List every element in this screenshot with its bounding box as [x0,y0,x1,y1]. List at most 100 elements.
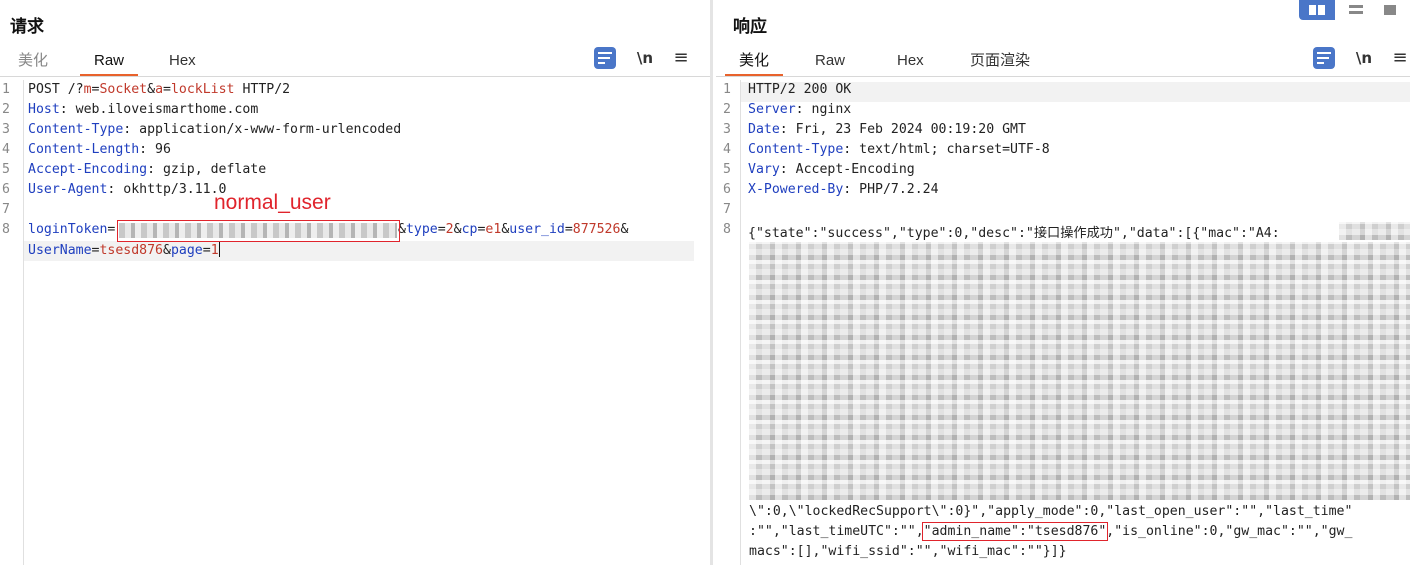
layout-stacked-icon[interactable] [1343,0,1369,20]
line-number: 2 [723,102,731,117]
response-token: HTTP/2 200 OK [748,82,852,97]
wrap-icon [1317,52,1331,64]
request-token: lockList [170,82,235,97]
response-token: Vary [748,162,780,177]
request-pane: 请求 美化 Raw Hex \n ≡ 1 POST /?m=Socket&a=lo… [0,0,710,565]
line-number: 8 [723,222,731,237]
request-token: : okhttp/3.11.0 [107,182,227,197]
newline-toggle-button[interactable]: \n [1353,45,1375,71]
request-token: Content-Type [28,122,124,137]
request-line: User-Agent: okhttp/3.11.0 [28,182,227,197]
request-tab-divider [0,76,710,77]
request-line: UserName=tsesd876&page=1 [28,242,221,258]
request-line: Content-Length: 96 [28,142,171,157]
response-line: Content-Type: text/html; charset=UTF-8 [748,142,1050,157]
response-line: Date: Fri, 23 Feb 2024 00:19:20 GMT [748,122,1026,137]
request-title: 请求 [10,17,44,37]
response-line: HTTP/2 200 OK [748,82,851,97]
token-highlight-box [117,220,400,242]
response-token: Server [748,102,796,117]
wrap-lines-button[interactable] [594,47,616,69]
request-token: cp [461,222,478,237]
request-token: = [202,243,211,258]
request-token: : application/x-www-form-urlencoded [123,122,402,137]
line-number: 5 [2,162,10,177]
request-token: m [83,82,92,97]
response-line: X-Powered-By: PHP/7.2.24 [748,182,939,197]
response-token: : Accept-Encoding [779,162,915,177]
tab-pretty[interactable]: 美化 [4,52,62,74]
request-token: : gzip, deflate [147,162,267,177]
wrap-lines-button[interactable] [1313,47,1335,69]
request-token: loginToken [28,222,108,237]
tab-hex[interactable]: Hex [883,52,938,74]
response-token: X-Powered-By [748,182,844,197]
line-number: 7 [723,202,731,217]
response-tabs: 美化 Raw Hex 页面渲染 [721,46,1410,76]
response-token: Content-Type [748,142,844,157]
response-line: {"state":"success","type":0,"desc":"接口操作… [748,222,1280,241]
request-line8-tail: &type=2&cp=e1&user_id=877526& [398,222,628,237]
request-token: HTTP/2 [234,82,291,97]
redacted-data-block [749,242,1410,500]
line-number: 2 [2,102,10,117]
normal-user-annotation: normal_user [214,191,331,214]
response-tail-line-2: :"","last_timeUTC":"","admin_name":"tses… [749,522,1352,541]
request-token: e1 [485,222,502,237]
tab-hex[interactable]: Hex [155,52,210,74]
line-number: 8 [2,222,10,237]
tab-raw[interactable]: Raw [801,52,859,74]
admin-name-field: "admin_name":"tsesd876" [921,522,1109,541]
redacted-data-1 [1339,222,1410,240]
response-token: Date [748,122,780,137]
response-token: : PHP/7.2.24 [843,182,939,197]
line-number: 7 [2,202,10,217]
line-number: 6 [723,182,731,197]
line-number: 6 [2,182,10,197]
request-token: = [107,222,116,237]
request-token: & [620,222,629,237]
request-token: POST /? [28,82,84,97]
tab-render[interactable]: 页面渲染 [956,52,1044,74]
request-gutter [23,80,24,565]
layout-tabs-icon[interactable] [1377,0,1403,20]
tab-raw[interactable]: Raw [80,52,139,76]
request-token: user_id [509,222,565,237]
request-token: Socket [99,82,148,97]
request-token: Accept-Encoding [28,162,148,177]
request-line: loginToken= [28,222,115,237]
layout-side-by-side-icon[interactable] [1299,0,1335,20]
request-token: & [147,82,156,97]
response-token: : nginx [795,102,852,117]
wrap-icon [598,52,612,64]
response-title: 响应 [733,17,767,37]
request-token: Content-Length [28,142,140,157]
request-token: 1 [210,243,219,258]
response-tail-line-3: macs":[],"wifi_ssid":"","wifi_mac":""}]} [749,544,1067,559]
tab-pretty[interactable]: 美化 [725,52,784,76]
request-token: & [453,222,462,237]
request-token: : 96 [139,142,171,157]
response-tail-line-1: \":0,\"lockedRecSupport\":0}","apply_mod… [749,504,1353,519]
request-token: page [170,243,203,258]
newline-toggle-button[interactable]: \n [634,45,656,71]
request-token: 2 [445,222,454,237]
request-token: 877526 [572,222,621,237]
request-token: : web.iloveismarthome.com [59,102,259,117]
request-token: tsesd876 [99,243,164,258]
layout-switcher [1299,0,1410,20]
response-token: : Fri, 23 Feb 2024 00:19:20 GMT [779,122,1026,137]
menu-icon[interactable]: ≡ [670,45,692,71]
request-line: Content-Type: application/x-www-form-url… [28,122,401,137]
text-cursor [218,242,221,257]
response-token: : text/html; charset=UTF-8 [843,142,1050,157]
tail-prefix: :"","last_timeUTC":"", [749,524,924,539]
request-line: Host: web.iloveismarthome.com [28,102,258,117]
response-line: Server: nginx [748,102,851,117]
response-gutter [740,80,741,565]
response-pane: 响应 美化 Raw Hex 页面渲染 \n ≡ 1 HTTP/2 200 OK 2 S… [713,0,1410,565]
line-number: 3 [2,122,10,137]
request-token: = [564,222,573,237]
request-toolbar: \n ≡ [594,45,704,71]
menu-icon[interactable]: ≡ [1389,45,1410,71]
